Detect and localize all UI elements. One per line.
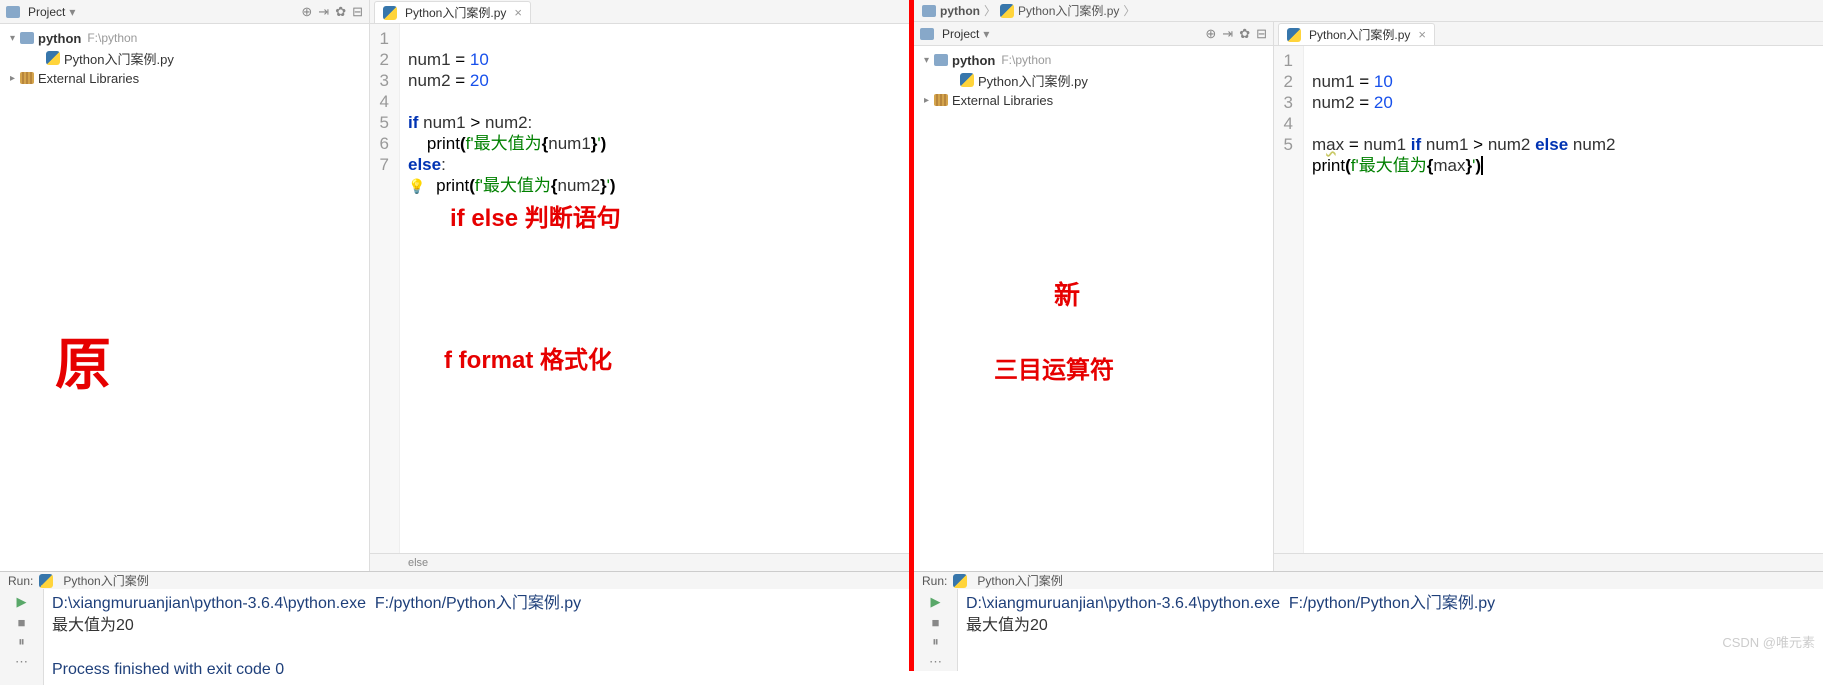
run-output[interactable]: D:\xiangmuruanjian\python-3.6.4\python.e… [958, 589, 1823, 671]
chevron-right-icon: 〉 [984, 2, 996, 19]
project-panel-left: Project ▾ ⊕ ⇥ ✿ ⊟ ▾ [0, 0, 370, 571]
folder-icon [922, 5, 936, 17]
run-stop-icon[interactable]: ■ [13, 613, 31, 631]
tree-libs[interactable]: ▸ External Libraries [6, 68, 363, 88]
editor-tabs: Python入门案例.py × [1274, 22, 1823, 46]
code-editor[interactable]: 1234567 num1 = 10 num2 = 20 if num1 > nu… [370, 24, 909, 553]
run-play-icon[interactable]: ▶ [927, 593, 945, 611]
python-file-icon [46, 51, 60, 65]
python-file-icon [953, 574, 967, 588]
gear-icon[interactable]: ✿ [335, 4, 346, 20]
python-file-icon [383, 6, 397, 20]
editor-footer: else [370, 553, 909, 571]
tree-root-path: F:\python [1001, 53, 1051, 67]
tree-libs-label: External Libraries [952, 93, 1053, 108]
project-panel-right: Project ▾ ⊕ ⇥ ✿ ⊟ ▾ [914, 22, 1274, 571]
run-more-icon[interactable]: ⋯ [927, 653, 945, 671]
run-pause-icon[interactable]: ⏸ [927, 633, 945, 651]
gutter: 1234567 [370, 24, 400, 553]
chevron-right-icon: 〉 [1123, 2, 1135, 19]
tree-libs-label: External Libraries [38, 71, 139, 86]
python-file-icon [1287, 28, 1301, 42]
tree-root[interactable]: ▾ python F:\python [6, 28, 363, 48]
run-panel-left: Run: Python入门案例 ▶ ■ ⏸ ⋯ D:\xiangmuruanji… [0, 571, 909, 671]
watermark: CSDN @唯元素 [1722, 632, 1815, 651]
gear-icon[interactable]: ✿ [1239, 26, 1250, 42]
run-play-icon[interactable]: ▶ [13, 593, 31, 611]
breadcrumb-file[interactable]: Python入门案例.py [1018, 2, 1119, 19]
tree-file-name: Python入门案例.py [64, 49, 174, 68]
hide-icon[interactable]: ⊟ [352, 4, 363, 20]
editor-tab[interactable]: Python入门案例.py × [1278, 23, 1435, 45]
project-header: Project ▾ ⊕ ⇥ ✿ ⊟ [0, 0, 369, 24]
collapse-icon[interactable]: ⇥ [1222, 26, 1233, 42]
folder-icon [920, 28, 934, 40]
left-pane: Project ▾ ⊕ ⇥ ✿ ⊟ ▾ [0, 0, 909, 671]
editor-footer [1274, 553, 1823, 571]
python-file-icon [960, 73, 974, 87]
hide-icon[interactable]: ⊟ [1256, 26, 1267, 42]
breadcrumb: python 〉 Python入门案例.py 〉 [914, 0, 1823, 22]
editor-left: Python入门案例.py × 1234567 num1 = 10 num2 =… [370, 0, 909, 571]
library-icon [20, 72, 34, 84]
folder-icon [934, 54, 948, 66]
run-script: Python入门案例 [63, 572, 148, 589]
tab-label: Python入门案例.py [405, 4, 506, 21]
gutter: 12345 [1274, 46, 1304, 553]
breadcrumb-root[interactable]: python [940, 4, 980, 18]
footer-context: else [408, 557, 428, 569]
editor-tab[interactable]: Python入门案例.py × [374, 1, 531, 23]
close-icon[interactable]: × [1418, 27, 1426, 42]
run-panel-right: Run: Python入门案例 ▶ ■ ⏸ ⋯ D:\xiangmuruanji… [914, 571, 1823, 671]
code-editor[interactable]: 12345 num1 = 10 num2 = 20 max = num1 if … [1274, 46, 1823, 553]
project-tree[interactable]: ▾ python F:\python Python入门案例.py ▸ [0, 24, 369, 571]
code-content[interactable]: num1 = 10 num2 = 20 if num1 > num2: prin… [400, 24, 909, 553]
run-more-icon[interactable]: ⋯ [13, 653, 31, 671]
tree-file-name: Python入门案例.py [978, 71, 1088, 90]
code-content[interactable]: num1 = 10 num2 = 20 max = num1 if num1 >… [1304, 46, 1823, 553]
tree-file[interactable]: Python入门案例.py [6, 48, 363, 68]
project-label: Project [942, 27, 979, 41]
close-icon[interactable]: × [514, 5, 522, 20]
tree-root-name: python [952, 53, 995, 68]
editor-right: Python入门案例.py × 12345 num1 = 10 num2 = 2… [1274, 22, 1823, 571]
run-controls: ▶ ■ ⏸ ⋯ [914, 589, 958, 671]
run-header: Run: Python入门案例 [0, 572, 909, 589]
editor-tabs: Python入门案例.py × [370, 0, 909, 24]
project-label: Project [28, 5, 65, 19]
tree-root[interactable]: ▾ python F:\python [920, 50, 1267, 70]
run-label: Run: [922, 574, 947, 588]
tab-label: Python入门案例.py [1309, 26, 1410, 43]
run-stop-icon[interactable]: ■ [927, 613, 945, 631]
python-file-icon [39, 574, 53, 588]
collapse-icon[interactable]: ⇥ [318, 4, 329, 20]
tree-root-path: F:\python [87, 31, 137, 45]
python-file-icon [1000, 4, 1014, 18]
run-script: Python入门案例 [977, 572, 1062, 589]
run-label: Run: [8, 574, 33, 588]
right-pane: python 〉 Python入门案例.py 〉 Project ▾ [914, 0, 1823, 671]
library-icon [934, 94, 948, 106]
folder-icon [6, 6, 20, 18]
tree-libs[interactable]: ▸ External Libraries [920, 90, 1267, 110]
tree-root-name: python [38, 31, 81, 46]
target-icon[interactable]: ⊕ [1205, 26, 1216, 42]
project-header: Project ▾ ⊕ ⇥ ✿ ⊟ [914, 22, 1273, 46]
project-tree[interactable]: ▾ python F:\python Python入门案例.py ▸ [914, 46, 1273, 571]
dropdown-icon[interactable]: ▾ [983, 27, 989, 41]
tree-file[interactable]: Python入门案例.py [920, 70, 1267, 90]
run-header: Run: Python入门案例 [914, 572, 1823, 589]
run-pause-icon[interactable]: ⏸ [13, 633, 31, 651]
dropdown-icon[interactable]: ▾ [69, 5, 75, 19]
target-icon[interactable]: ⊕ [301, 4, 312, 20]
folder-icon [20, 32, 34, 44]
